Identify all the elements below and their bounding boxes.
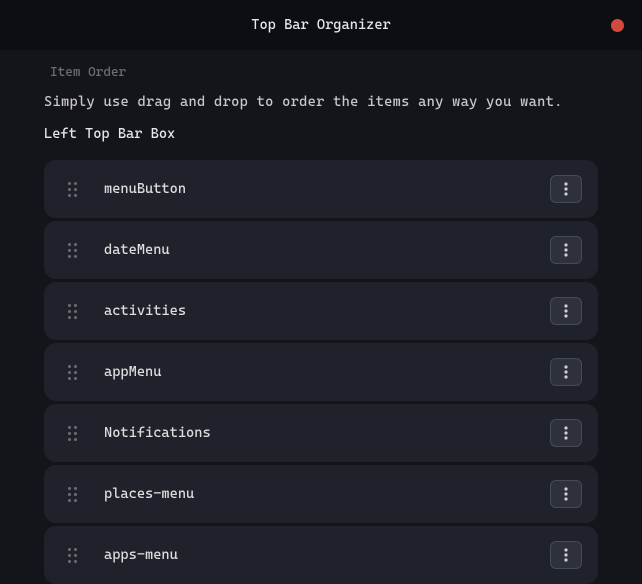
- more-vertical-icon: [564, 487, 568, 501]
- titlebar: Top Bar Organizer: [0, 0, 642, 50]
- drag-handle-icon[interactable]: [68, 487, 82, 502]
- list-item[interactable]: appMenu: [44, 343, 598, 401]
- drag-handle-icon[interactable]: [68, 304, 82, 319]
- list-item-label: places-menu: [104, 486, 550, 502]
- more-vertical-icon: [564, 365, 568, 379]
- drag-handle-icon[interactable]: [68, 365, 82, 380]
- section-description: Simply use drag and drop to order the it…: [44, 94, 598, 110]
- drag-handle-icon[interactable]: [68, 182, 82, 197]
- item-list: menuButton dateMenu activities: [44, 160, 598, 584]
- list-item[interactable]: menuButton: [44, 160, 598, 218]
- list-item-label: dateMenu: [104, 242, 550, 258]
- more-options-button[interactable]: [550, 480, 582, 508]
- more-vertical-icon: [564, 548, 568, 562]
- close-button[interactable]: [611, 19, 624, 32]
- list-item-label: Notifications: [104, 425, 550, 441]
- list-item[interactable]: activities: [44, 282, 598, 340]
- more-vertical-icon: [564, 243, 568, 257]
- more-options-button[interactable]: [550, 419, 582, 447]
- window-title: Top Bar Organizer: [251, 17, 390, 33]
- list-item[interactable]: Notifications: [44, 404, 598, 462]
- more-options-button[interactable]: [550, 297, 582, 325]
- list-item-label: menuButton: [104, 181, 550, 197]
- drag-handle-icon[interactable]: [68, 243, 82, 258]
- drag-handle-icon[interactable]: [68, 426, 82, 441]
- list-item-label: apps-menu: [104, 547, 550, 563]
- more-vertical-icon: [564, 426, 568, 440]
- list-item-label: activities: [104, 303, 550, 319]
- list-item[interactable]: apps-menu: [44, 526, 598, 584]
- more-options-button[interactable]: [550, 541, 582, 569]
- drag-handle-icon[interactable]: [68, 548, 82, 563]
- section-heading: Item Order: [50, 65, 598, 80]
- content-area: Item Order Simply use drag and drop to o…: [0, 50, 642, 584]
- more-options-button[interactable]: [550, 358, 582, 386]
- list-item[interactable]: dateMenu: [44, 221, 598, 279]
- more-options-button[interactable]: [550, 236, 582, 264]
- subsection-heading: Left Top Bar Box: [44, 126, 598, 142]
- list-item[interactable]: places-menu: [44, 465, 598, 523]
- more-vertical-icon: [564, 182, 568, 196]
- more-options-button[interactable]: [550, 175, 582, 203]
- list-item-label: appMenu: [104, 364, 550, 380]
- more-vertical-icon: [564, 304, 568, 318]
